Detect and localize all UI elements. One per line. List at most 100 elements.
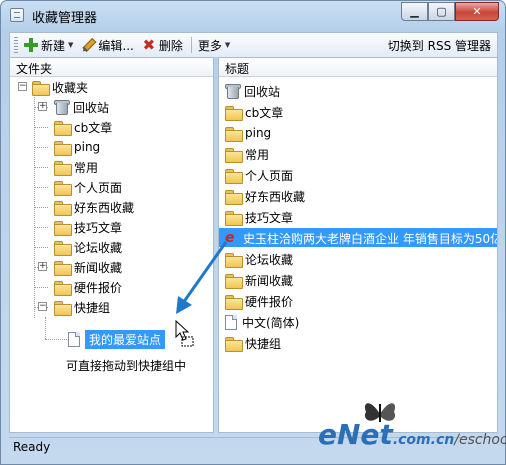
folder-icon (225, 126, 243, 142)
tree-line (34, 227, 48, 228)
tree-line (34, 87, 35, 318)
tree-item[interactable]: ping (54, 138, 100, 156)
tree-item-recycle[interactable]: 回收站 (54, 98, 109, 116)
tree-item[interactable]: 新闻收藏 (54, 258, 122, 276)
enet-watermark: eNet.com.cn/eschool (318, 403, 506, 451)
list-item-label: 硬件报价 (245, 294, 294, 309)
chevron-down-icon: ▼ (224, 41, 231, 49)
recycle-bin-icon (54, 99, 70, 115)
collapse-toggle[interactable]: − (18, 82, 27, 91)
folder-icon (54, 180, 72, 196)
drag-instruction-note: 可直接拖动到快捷组中 (66, 359, 187, 373)
list-item[interactable]: 常用 (225, 145, 269, 163)
folder-icon (225, 294, 243, 310)
edit-label: 编辑... (98, 38, 134, 53)
ie-link-icon: e (225, 229, 235, 246)
tree-item[interactable]: 常用 (54, 158, 98, 176)
list-item-label: 好东西收藏 (245, 189, 306, 204)
delete-button[interactable]: ✖ 删除 (142, 37, 183, 54)
list-item-quick-group[interactable]: 快捷组 (225, 334, 281, 352)
list-item[interactable]: ping (225, 124, 271, 142)
folder-icon (225, 252, 243, 268)
tree-item[interactable]: cb文章 (54, 118, 112, 136)
close-button[interactable]: ✕ (455, 2, 499, 21)
folder-open-icon (54, 300, 72, 316)
page-icon (225, 314, 237, 330)
list-item-selected-link[interactable]: e 史玉柱洽购两大老牌白酒企业 年销售目标为50亿 (225, 229, 498, 247)
window-title: 收藏管理器 (32, 11, 98, 26)
folder-open-icon (32, 80, 50, 96)
tree-item-label: 回收站 (73, 100, 110, 115)
tree-item-label: 快捷组 (74, 300, 111, 315)
maximize-icon: ▢ (436, 5, 447, 18)
folder-icon (54, 280, 72, 296)
tree-item[interactable]: 好东西收藏 (54, 198, 134, 216)
toolbar-grip[interactable] (14, 37, 18, 53)
new-button[interactable]: 新建 ▼ (24, 37, 73, 54)
tree-item-label: 常用 (74, 160, 99, 175)
more-button[interactable]: 更多 ▼ (198, 37, 230, 54)
tree-line (34, 247, 48, 248)
tree-root-favorites[interactable]: 收藏夹 (32, 78, 88, 96)
folder-icon (54, 240, 72, 256)
switch-rss-button[interactable]: 切换到 RSS 管理器 (388, 37, 491, 54)
list-item-label: cb文章 (245, 105, 284, 120)
switch-rss-label: 切换到 RSS 管理器 (387, 38, 491, 53)
folder-icon (225, 105, 243, 121)
list-item[interactable]: 个人页面 (225, 166, 293, 184)
folder-icon (225, 210, 243, 226)
tree-item-favorite-sites[interactable]: 我的最爱站点 (68, 329, 166, 349)
pencil-icon (79, 35, 99, 55)
tree-item-label: 新闻收藏 (74, 260, 123, 275)
tree-item-quick-group[interactable]: 快捷组 (54, 298, 110, 316)
folder-icon (54, 120, 72, 136)
delete-x-icon: ✖ (142, 36, 156, 54)
title-bar[interactable]: 收藏管理器 ▁ ▢ ✕ (1, 1, 505, 31)
list-item-label: 技巧文章 (245, 210, 294, 225)
list-item-recycle[interactable]: 回收站 (225, 82, 280, 100)
edit-button[interactable]: 编辑... (81, 37, 133, 54)
watermark-logo-e: e (318, 418, 337, 451)
folder-panel: 文件夹 − 收藏夹 + 回收站 cb文章 ping 常用 个人页面 好东西收藏 … (9, 57, 214, 433)
watermark-domain: .com.cn (392, 432, 455, 448)
list-item[interactable]: 技巧文章 (225, 208, 293, 226)
list-item-label: 个人页面 (245, 168, 294, 183)
tree-line (45, 339, 67, 340)
list-item-label: 史玉柱洽购两大老牌白酒企业 年销售目标为50亿 (243, 231, 498, 246)
page-icon (68, 331, 80, 347)
new-label: 新建 (41, 38, 66, 53)
expand-toggle[interactable]: + (38, 262, 47, 271)
maximize-button[interactable]: ▢ (428, 2, 455, 21)
list-item[interactable]: 好东西收藏 (225, 187, 305, 205)
list-item-label: 快捷组 (245, 336, 282, 351)
list-item[interactable]: cb文章 (225, 103, 283, 121)
delete-label: 删除 (158, 38, 183, 53)
tree-item[interactable]: 硬件报价 (54, 278, 122, 296)
list-item[interactable]: 论坛收藏 (225, 250, 293, 268)
toolbar-separator (190, 37, 192, 53)
list-item-label: 常用 (245, 147, 270, 162)
folder-icon (54, 220, 72, 236)
title-panel-header[interactable]: 标题 (219, 58, 497, 77)
tree-item-label: 我的最爱站点 (85, 329, 166, 349)
tree-item[interactable]: 个人页面 (54, 178, 122, 196)
tree-item-label: 硬件报价 (74, 280, 123, 295)
list-item[interactable]: 中文(简体) (225, 313, 299, 331)
title-panel: 标题 回收站 cb文章 ping 常用 个人页面 好东西收藏 技巧文章 e 史玉… (218, 57, 498, 433)
tree-line (34, 287, 48, 288)
tree-item-label: 论坛收藏 (74, 240, 123, 255)
minimize-button[interactable]: ▁ (401, 2, 428, 21)
plus-icon (24, 38, 38, 52)
tree-item[interactable]: 技巧文章 (54, 218, 122, 236)
close-icon: ✕ (472, 5, 482, 18)
butterfly-icon (364, 403, 396, 422)
tree-item-label: 好东西收藏 (74, 200, 135, 215)
list-item[interactable]: 硬件报价 (225, 292, 293, 310)
folder-icon (225, 273, 243, 289)
tree-item[interactable]: 论坛收藏 (54, 238, 122, 256)
list-item[interactable]: 新闻收藏 (225, 271, 293, 289)
folder-icon (225, 189, 243, 205)
folder-icon (54, 200, 72, 216)
collapse-toggle[interactable]: − (38, 302, 47, 311)
expand-toggle[interactable]: + (38, 102, 47, 111)
